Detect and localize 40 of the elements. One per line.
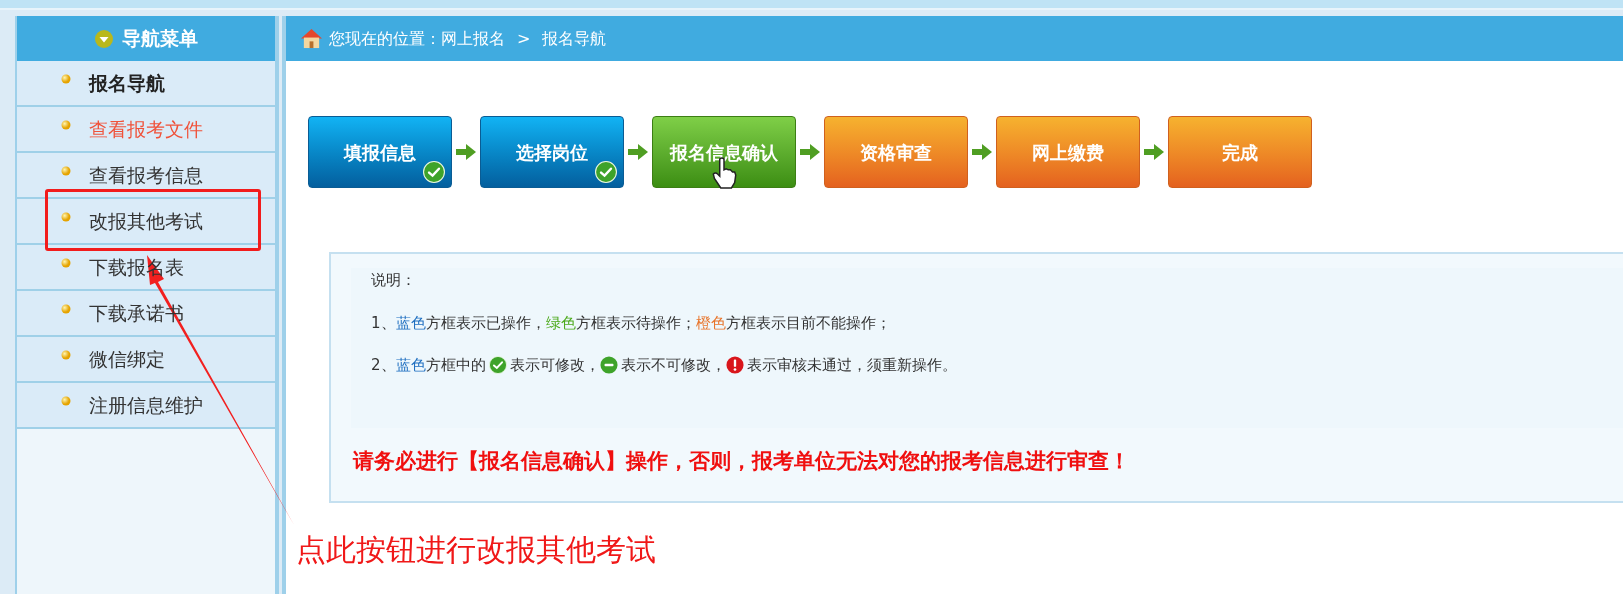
breadcrumb-current: 报名导航 <box>542 27 607 50</box>
sidebar-item[interactable]: 改报其他考试 <box>17 199 275 245</box>
sidebar-item[interactable]: 注册信息维护 <box>17 383 275 429</box>
bullet-icon <box>61 120 71 130</box>
check-icon <box>488 356 507 374</box>
step-button[interactable]: 完成 <box>1168 116 1312 188</box>
breadcrumb-path[interactable]: 您现在的位置：网上报名 <box>329 26 505 51</box>
alert-icon <box>725 356 744 374</box>
home-icon <box>300 28 323 49</box>
breadcrumb-separator: > <box>517 27 531 50</box>
notice-line: 2、蓝色方框中的 表示可修改， 表示不可修改， 表示审核未通过，须重新操作。 <box>371 355 958 376</box>
minus-icon <box>599 356 618 374</box>
dropdown-icon <box>94 28 114 49</box>
warning-text: 请务必进行【报名信息确认】操作，否则，报考单位无法对您的报考信息进行审查！ <box>353 448 1131 475</box>
arrow-icon <box>972 144 992 160</box>
bullet-icon <box>61 350 71 360</box>
bullet-icon <box>61 304 71 314</box>
arrow-icon <box>456 144 476 160</box>
step-button[interactable]: 填报信息 <box>308 116 452 188</box>
bullet-icon <box>61 74 71 84</box>
arrow-icon <box>628 144 648 160</box>
sidebar-item[interactable]: 报名导航 <box>17 61 275 107</box>
notice-title: 说明： <box>371 270 417 291</box>
sidebar-item[interactable]: 查看报考文件 <box>17 107 275 153</box>
step-button[interactable]: 网上缴费 <box>996 116 1140 188</box>
arrow-icon <box>1144 144 1164 160</box>
step-button[interactable]: 资格审查 <box>824 116 968 188</box>
bullet-icon <box>61 212 71 222</box>
notice-line: 1、蓝色方框表示已操作，绿色方框表示待操作；橙色方框表示目前不能操作； <box>371 312 892 334</box>
bullet-icon <box>61 166 71 176</box>
arrow-icon <box>800 144 820 160</box>
sidebar-title: 导航菜单 <box>122 26 198 52</box>
sidebar-item[interactable]: 微信绑定 <box>17 337 275 383</box>
check-icon <box>595 161 617 183</box>
bullet-icon <box>61 258 71 268</box>
step-button[interactable]: 选择岗位 <box>480 116 624 188</box>
bullet-icon <box>61 396 71 406</box>
annotation-text: 点此按钮进行改报其他考试 <box>296 535 656 565</box>
sidebar-item[interactable]: 查看报考信息 <box>17 153 275 199</box>
check-icon <box>423 161 445 183</box>
